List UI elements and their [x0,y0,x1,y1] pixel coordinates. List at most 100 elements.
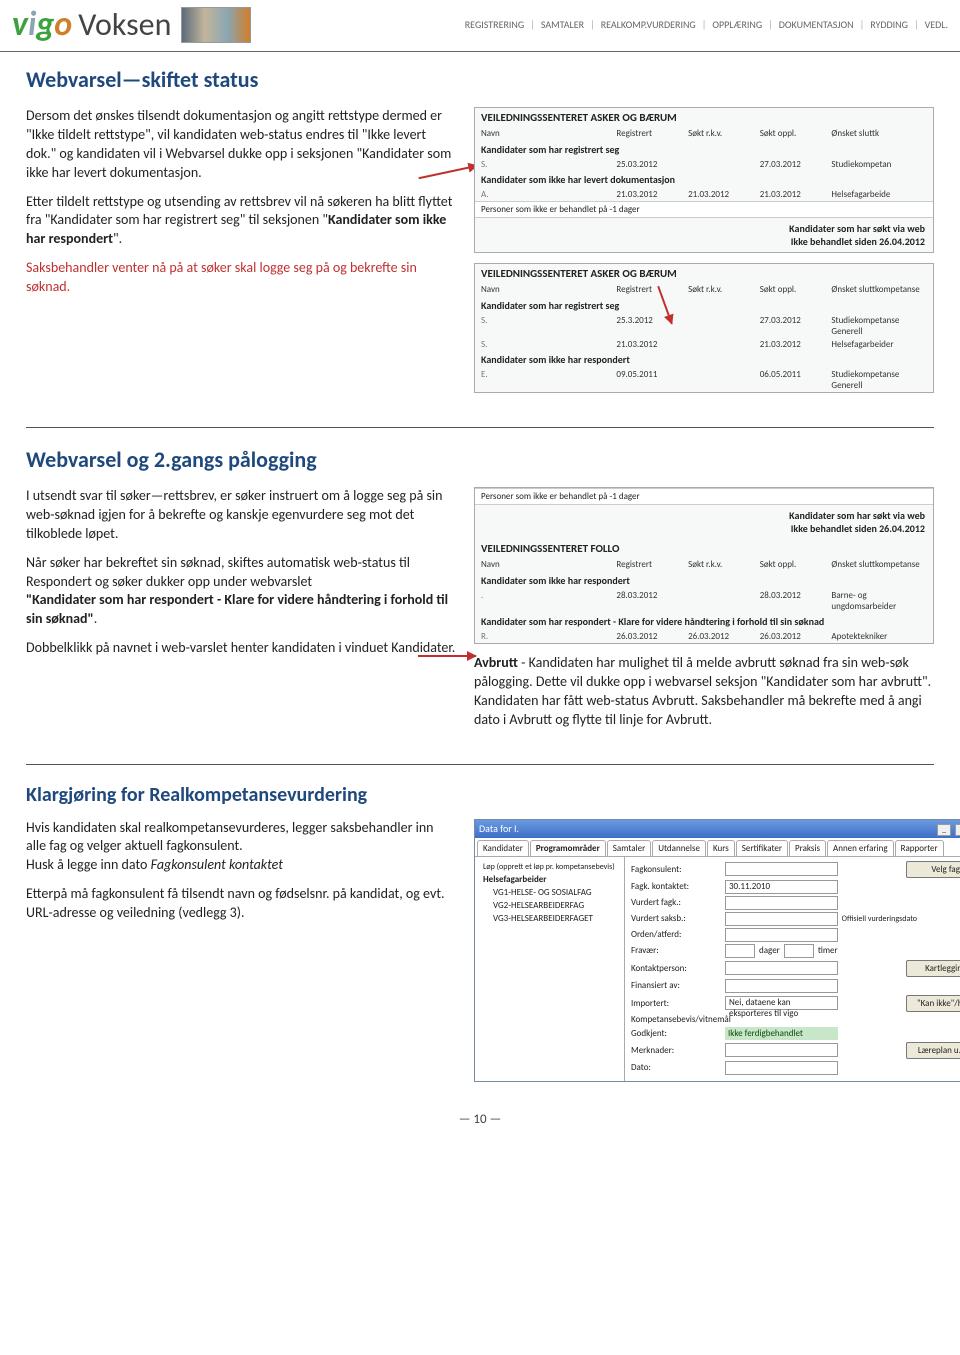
nav-samtaler[interactable]: SAMTALER [541,18,584,31]
section2-note: Avbrutt - Kandidaten har mulighet til å … [474,654,934,730]
tree-vg2[interactable]: VG2-HELSEARBEIDERFAG [479,899,620,912]
section3-p2: Etterpå må fagkonsulent få tilsendt navn… [26,885,456,923]
maximize-icon[interactable]: □ [955,824,960,836]
section1-p1: Dersom det ønskes tilsendt dokumentasjon… [26,107,456,183]
field-dato[interactable] [725,1061,838,1075]
kartlegging-button[interactable]: Kartlegging [906,960,960,977]
section2-p3: Dobbelklikk på navnet i web-varslet hent… [26,639,456,658]
fig3-notebar: Personer som ikke er behandlet på -1 dag… [475,488,933,505]
field-fravaer-timer[interactable] [784,944,814,958]
label-kontaktperson: Kontaktperson: [631,963,721,974]
kan-ikke-button[interactable]: "Kan ikke"/h.m. [906,995,960,1012]
label-vurdert-fagk: Vurdert fagk.: [631,897,721,908]
tab-samtaler[interactable]: Samtaler [607,840,651,856]
field-godkjent[interactable]: Ikke ferdigbehandlet [725,1027,838,1040]
field-vurdert-fagk[interactable] [725,896,838,910]
tab-praksis[interactable]: Praksis [789,840,826,856]
label-fagk-kontaktet: Fagk. kontaktet: [631,881,721,892]
label-dager: dager [759,945,780,956]
page-number: — 10 — [26,1112,934,1127]
fig2-group1: Kandidater som har registrert seg [475,297,933,314]
label-godkjent: Godkjent: [631,1028,721,1039]
section-webvarsel-2gangs: Webvarsel og 2.gangs pålogging I utsendt… [26,446,934,740]
separator [26,764,934,765]
field-fagk-kontaktet[interactable]: 30.11.2010 [725,880,838,894]
minimize-icon[interactable]: _ [937,824,951,836]
table-row: S. 25.03.2012 27.03.2012 Studiekompetan [475,158,933,171]
window-titlebar: Data for I. _ □ × [475,820,960,838]
fig2-heads: Navn Registrert Søkt r.k.v. Søkt oppl. Ø… [475,280,933,297]
fig1-rightnote: Kandidater som har søkt via web Ikke beh… [475,218,933,252]
figure-kandidatvindu: Data for I. _ □ × Kandidater Programområ… [474,819,960,1082]
section2-p1: I utsendt svar til søker—rettsbrev, er s… [26,487,456,544]
table-row: E. 09.05.2011 06.05.2011 Studiekompetans… [475,368,933,392]
program-tree: Løp (opprett et løp pr. kompetansebevis)… [475,857,625,1081]
page-header: vigo Voksen REGISTRERING| SAMTALER| REAL… [0,0,960,52]
nav-vedl[interactable]: VEDL. [925,18,948,31]
field-orden[interactable] [725,928,838,942]
velg-fag-button[interactable]: Velg fag [906,861,960,878]
tree-vg3[interactable]: VG3-HELSEARBEIDERFAGET [479,912,620,925]
section1-p2: Etter tildelt rettstype og utsending av … [26,193,456,250]
tab-kurs[interactable]: Kurs [707,840,735,856]
section3-title: Klargjøring for Realkompetansevurdering [26,783,934,807]
label-timer: timer [818,945,838,956]
tab-sertifikater[interactable]: Sertifikater [736,840,788,856]
header-nav: REGISTRERING| SAMTALER| REALKOMP.VURDERI… [465,18,948,31]
section-webvarsel-status: Webvarsel—skiftet status Dersom det ønsk… [26,66,934,403]
tab-programomrader[interactable]: Programområder [530,840,606,856]
table-row: R. 26.03.2012 26.03.2012 26.03.2012 Apot… [475,630,933,643]
red-arrow-icon [418,655,476,657]
fig3-group1: Kandidater som ikke har respondert [475,572,933,589]
laereplan-button[interactable]: Læreplan u. sp. [906,1042,960,1059]
field-importert[interactable]: Nei, dataene kan eksporteres til vigo [725,996,838,1010]
nav-registrering[interactable]: REGISTRERING [465,18,524,31]
separator [26,427,934,428]
field-fagkonsulent[interactable] [725,862,838,876]
section1-title: Webvarsel—skiftet status [26,66,934,93]
label-merknader: Merknader: [631,1045,721,1056]
logo-vigo: vigo [12,4,72,45]
fig2-title: VEILEDNINGSSENTERET ASKER OG BÆRUM [475,264,933,280]
label-dato: Dato: [631,1062,721,1073]
tree-caption: Løp (opprett et løp pr. kompetansebevis) [479,861,620,873]
table-row: S. 25.3.2012 27.03.2012 Studiekompetanse… [475,314,933,338]
tab-annen-erfaring[interactable]: Annen erfaring [827,840,894,856]
figure-webvarsel-bottom: VEILEDNINGSSENTERET ASKER OG BÆRUM Navn … [474,263,934,393]
tree-root[interactable]: Helsefagarbeider [479,873,620,886]
section-klargjoring: Klargjøring for Realkompetansevurdering … [26,783,934,1082]
tree-vg1[interactable]: VG1-HELSE- OG SOSIALFAG [479,886,620,899]
field-finansiert[interactable] [725,979,838,993]
label-vurdert-saksb: Vurdert saksb.: [631,913,721,924]
nav-rydding[interactable]: RYDDING [870,18,908,31]
fig3-rightnote: Kandidater som har søkt via web Ikke beh… [475,505,933,539]
section2-p2: Når søker har bekreftet sin søknad, skif… [26,554,456,630]
field-kontaktperson[interactable] [725,961,838,975]
label-importert: Importert: [631,998,721,1009]
fig1-heads: Navn Registrert Søkt r.k.v. Søkt oppl. Ø… [475,124,933,141]
program-form: Fagkonsulent: Velg fag Fagk. kontaktet: … [625,857,960,1081]
label-finansiert: Finansiert av: [631,980,721,991]
table-row: A. 21.03.2012 21.03.2012 21.03.2012 Hels… [475,188,933,201]
figure-webvarsel-top: VEILEDNINGSSENTERET ASKER OG BÆRUM Navn … [474,107,934,253]
tab-kandidater[interactable]: Kandidater [477,840,529,856]
fig1-title: VEILEDNINGSSENTERET ASKER OG BÆRUM [475,108,933,124]
field-vurdert-saksb[interactable] [725,912,838,926]
fig2-group2: Kandidater som ikke har respondert [475,351,933,368]
fig1-notebar: Personer som ikke er behandlet på -1 dag… [475,201,933,218]
fig1-group1: Kandidater som har registrert seg [475,141,933,158]
fig1-group2: Kandidater som ikke har levert dokumenta… [475,171,933,188]
label-kompbevis: Kompetansebevis/vitnemål [631,1014,838,1025]
nav-opplaering[interactable]: OPPLÆRING [712,18,762,31]
field-merknader[interactable] [725,1043,838,1057]
table-row: S. 21.03.2012 21.03.2012 Helsefagarbeide… [475,338,933,351]
nav-dokumentasjon[interactable]: DOKUMENTASJON [779,18,854,31]
tab-utdannelse[interactable]: Utdannelse [652,840,706,856]
fig3-title: VEILEDNINGSSENTERET FOLLO [475,539,933,555]
nav-realkomp[interactable]: REALKOMP.VURDERING [601,18,696,31]
window-tabs: Kandidater Programområder Samtaler Utdan… [475,838,960,857]
tab-rapporter[interactable]: Rapporter [895,840,944,856]
label-orden: Orden/atferd: [631,929,721,940]
fig3-group2: Kandidater som har respondert - Klare fo… [475,613,933,630]
field-fravaer-dager[interactable] [725,944,755,958]
